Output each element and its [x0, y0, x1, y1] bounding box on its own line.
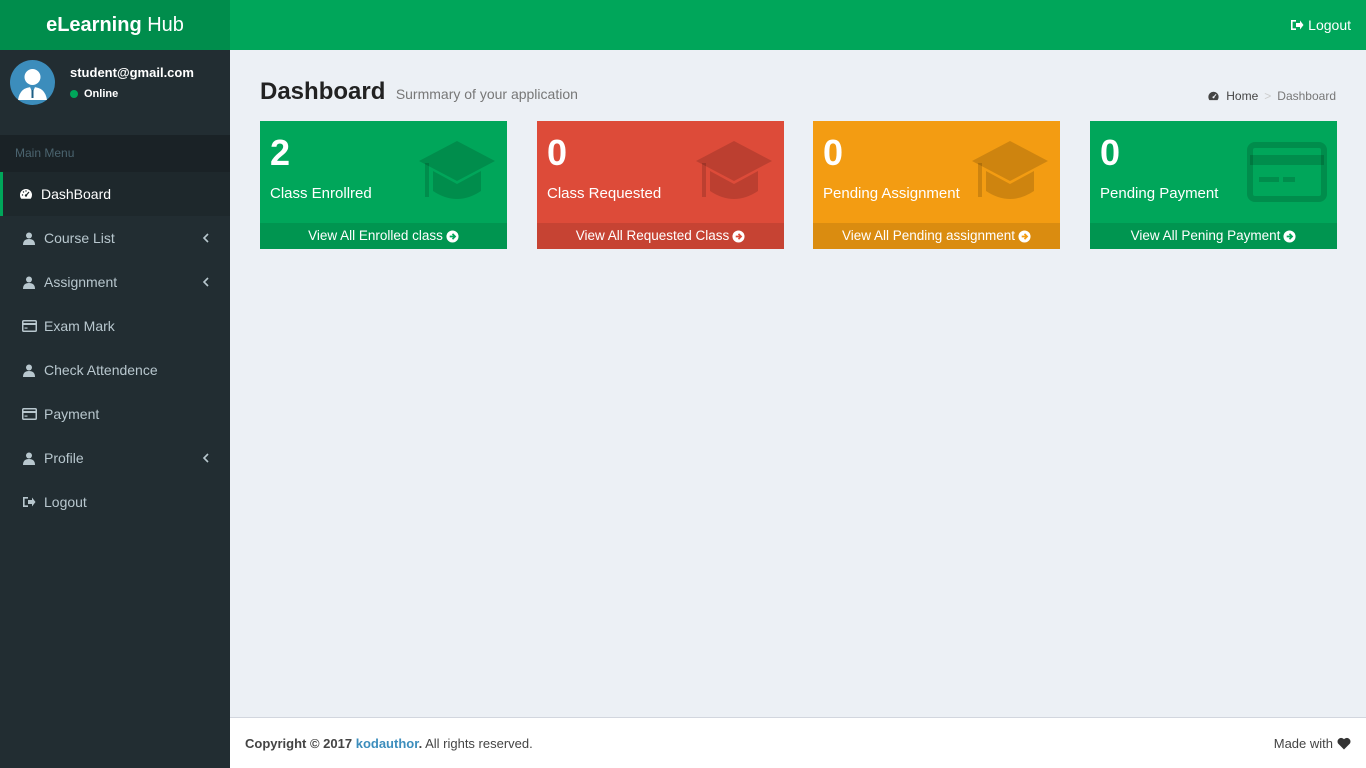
user-panel: student@gmail.com Online: [0, 50, 230, 135]
copyright-rights: All rights reserved.: [422, 735, 533, 751]
heart-icon: [1337, 737, 1351, 749]
sidebar-item-label: Course List: [44, 230, 115, 246]
user-icon: [21, 230, 37, 246]
stat-link-label: View All Enrolled class: [308, 228, 443, 243]
page-footer: Copyright © 2017 kodauthor. All rights r…: [230, 717, 1366, 768]
view-all-pending-payment-link[interactable]: View All Pening Payment: [1090, 223, 1337, 249]
brand-link[interactable]: kodauthor: [356, 736, 419, 751]
stat-box-body: 2 Class Enrollred: [260, 121, 507, 223]
arrow-circle-right-icon: [1283, 229, 1296, 243]
content-header: Dashboard Surmmary of your application H…: [260, 78, 1336, 108]
sidebar-item-profile[interactable]: Profile: [0, 436, 230, 480]
graduation-cap-icon: [419, 141, 495, 199]
sidebar-item-assignment[interactable]: Assignment: [0, 260, 230, 304]
stat-link-label: View All Pening Payment: [1130, 228, 1281, 243]
credit-card-icon: [21, 406, 37, 422]
stat-box-enrolled: 2 Class Enrollred View All Enrolled clas…: [260, 121, 507, 249]
arrow-circle-right-icon: [732, 229, 745, 243]
stat-box-body: 0 Pending Assignment: [813, 121, 1060, 223]
stat-box-body: 0 Pending Payment: [1090, 121, 1337, 223]
sidebar-item-check-attendence[interactable]: Check Attendence: [0, 348, 230, 392]
graduation-cap-icon: [972, 141, 1048, 199]
sign-out-icon: [21, 494, 37, 510]
stat-link-label: View All Requested Class: [575, 228, 730, 243]
chevron-left-icon: [202, 233, 209, 243]
stat-box-pending-assignment: 0 Pending Assignment View All Pending as…: [813, 121, 1060, 249]
user-status: Online: [70, 88, 194, 100]
user-icon: [21, 450, 37, 466]
avatar: [10, 60, 55, 105]
sidebar-item-label: Profile: [44, 450, 84, 466]
user-avatar-icon: [18, 69, 47, 100]
copyright-text: Copyright © 2017 kodauthor. All rights r…: [245, 736, 533, 751]
user-icon: [21, 362, 37, 378]
sidebar-item-label: Logout: [44, 494, 87, 510]
user-info: student@gmail.com Online: [70, 65, 194, 100]
page-subtitle: Surmmary of your application: [395, 86, 578, 102]
dashboard-icon: [1208, 91, 1219, 101]
copyright-prefix: Copyright © 2017: [245, 735, 356, 751]
view-all-requested-link[interactable]: View All Requested Class: [537, 223, 784, 249]
arrow-circle-right-icon: [446, 229, 459, 243]
dashboard-icon: [18, 186, 34, 202]
made-with: Made with: [1274, 736, 1351, 751]
chevron-left-icon: [202, 453, 209, 463]
sidebar-item-label: Exam Mark: [44, 318, 115, 334]
arrow-circle-right-icon: [1018, 229, 1031, 243]
credit-card-icon: [21, 318, 37, 334]
sign-out-icon: [1291, 20, 1304, 30]
sidebar-item-logout[interactable]: Logout: [0, 480, 230, 524]
user-status-label: Online: [84, 88, 119, 100]
view-all-pending-assignment-link[interactable]: View All Pending assignment: [813, 223, 1060, 249]
sidebar-item-label: Check Attendence: [44, 362, 158, 378]
breadcrumb: Home > Dashboard: [1207, 89, 1336, 103]
sidebar-item-exam-mark[interactable]: Exam Mark: [0, 304, 230, 348]
made-with-label: Made with: [1273, 735, 1333, 751]
chevron-left-icon: [202, 277, 209, 287]
app-logo[interactable]: eLearning Hub: [0, 0, 230, 50]
sidebar-item-dashboard[interactable]: DashBoard: [0, 172, 230, 216]
view-all-enrolled-link[interactable]: View All Enrolled class: [260, 223, 507, 249]
sidebar-item-course-list[interactable]: Course List: [0, 216, 230, 260]
stat-box-body: 0 Class Requested: [537, 121, 784, 223]
sidebar-item-label: DashBoard: [41, 186, 112, 202]
user-email: student@gmail.com: [70, 65, 194, 80]
breadcrumb-home-link[interactable]: Home: [1226, 89, 1258, 103]
navbar-logout-link[interactable]: Logout: [1290, 0, 1351, 50]
sidebar-item-label: Payment: [44, 406, 100, 422]
breadcrumb-current: Dashboard: [1277, 89, 1336, 103]
navbar-logout-label: Logout: [1308, 17, 1351, 33]
page-title: Dashboard: [260, 78, 386, 105]
stat-link-label: View All Pending assignment: [841, 228, 1016, 243]
logo-bold-text: eLearning: [46, 14, 142, 36]
stat-box-requested: 0 Class Requested View All Requested Cla…: [537, 121, 784, 249]
breadcrumb-separator: >: [1264, 89, 1272, 103]
sidebar-item-label: Assignment: [44, 274, 118, 290]
credit-card-icon: [1247, 142, 1327, 202]
sidebar-item-payment[interactable]: Payment: [0, 392, 230, 436]
sidebar: student@gmail.com Online Main Menu DashB…: [0, 50, 230, 768]
menu-section-header: Main Menu: [0, 135, 230, 172]
graduation-cap-icon: [696, 141, 772, 199]
stat-box-pending-payment: 0 Pending Payment View All Pening Paymen…: [1090, 121, 1337, 249]
online-status-icon: [70, 90, 78, 98]
logo-rest-text: Hub: [141, 14, 184, 36]
top-navbar: Logout: [230, 0, 1366, 50]
user-icon: [21, 274, 37, 290]
